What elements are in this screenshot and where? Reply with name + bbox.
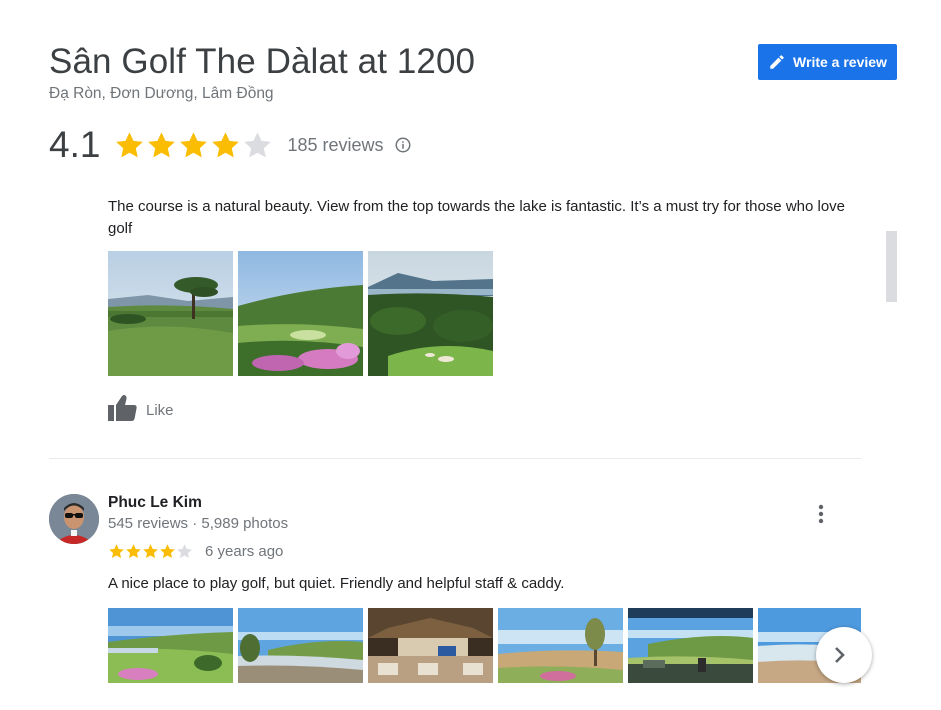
divider [49,458,861,459]
carousel-fade [861,600,941,710]
rating-stars [114,130,273,161]
review-photo[interactable] [628,608,753,683]
write-review-button[interactable]: Write a review [758,44,897,80]
star-filled-icon [160,544,175,559]
review-photo[interactable] [238,608,363,683]
place-title: Sân Golf The Dàlat at 1200 [49,42,476,81]
review-photo[interactable] [368,608,493,683]
review-photo[interactable] [108,251,233,376]
place-address: Đạ Ròn, Đơn Dương, Lâm Đồng [49,85,274,102]
info-circle-icon[interactable] [394,136,412,154]
star-filled-icon [148,131,176,157]
review-count-link[interactable]: 185 reviews [287,135,383,156]
reviewer-stats: 545 reviews · 5,989 photos [108,515,289,532]
more-vertical-icon[interactable] [808,500,834,528]
review-text: The course is a natural beauty. View fro… [108,198,846,237]
star-filled-icon [126,544,141,559]
review-photo[interactable] [368,251,493,376]
like-label: Like [146,401,174,419]
star-empty-icon [177,544,192,559]
review-photo[interactable] [498,608,623,683]
rating-value: 4.1 [49,124,101,165]
star-filled-icon [180,131,208,157]
rating-summary: 4.1 185 reviews [49,123,412,167]
scrollbar-thumb[interactable] [886,231,897,302]
avatar[interactable] [49,494,99,544]
reviewer-name[interactable]: Phuc Le Kim [108,494,202,512]
write-review-label: Write a review [793,54,887,70]
star-filled-icon [109,544,124,559]
like-button[interactable]: Like [108,394,174,426]
thumbs-up-icon [108,394,138,426]
pencil-icon [768,53,786,71]
star-filled-icon [212,131,240,157]
review-text: A nice place to play golf, but quiet. Fr… [108,575,565,592]
review-stars [108,543,193,560]
star-filled-icon [143,544,158,559]
review-photo[interactable] [108,608,233,683]
star-empty-icon [244,131,272,157]
review-rating: 6 years ago [108,543,283,560]
review-age: 6 years ago [205,543,284,560]
chevron-right-icon[interactable] [816,627,872,683]
star-filled-icon [116,131,144,157]
review-photo[interactable] [238,251,363,376]
